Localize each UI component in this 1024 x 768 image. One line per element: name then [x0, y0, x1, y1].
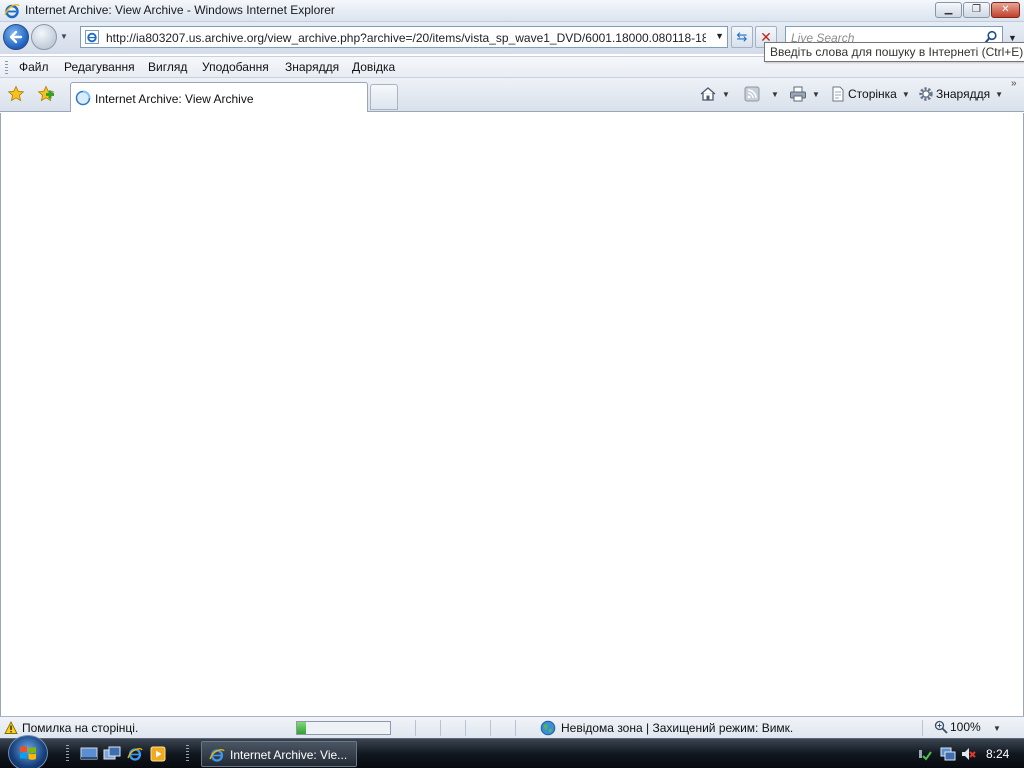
tab-label: Internet Archive: View Archive — [95, 92, 254, 106]
tab-active[interactable]: Internet Archive: View Archive — [70, 82, 368, 112]
warning-icon[interactable] — [4, 721, 18, 735]
refresh-button[interactable]: ⇆ — [731, 26, 753, 48]
add-favorite-icon[interactable] — [37, 85, 55, 103]
status-divider — [490, 720, 491, 736]
gear-icon — [919, 87, 933, 101]
window-title: Internet Archive: View Archive - Windows… — [25, 3, 335, 17]
chevron-more-icon[interactable]: » — [1011, 78, 1017, 89]
tools-dropdown-icon: ▼ — [995, 89, 1004, 99]
search-tooltip: Введіть слова для пошуку в Інтернеті (Ct… — [764, 42, 1024, 62]
restore-icon: ❐ — [972, 4, 981, 15]
start-button[interactable] — [8, 735, 48, 768]
new-tab-button[interactable] — [370, 84, 398, 110]
home-button[interactable]: ▼ — [699, 84, 730, 104]
status-divider — [415, 720, 416, 736]
page-menu-button[interactable]: Сторінка ▼ — [830, 84, 910, 104]
menu-grip — [5, 61, 8, 75]
printer-icon — [790, 86, 806, 102]
restore-button[interactable]: ❐ — [963, 2, 990, 18]
ie-logo-icon — [4, 4, 20, 19]
zoom-level: 100% — [950, 720, 981, 734]
status-divider — [515, 720, 516, 736]
page-menu-label: Сторінка — [848, 87, 897, 101]
status-divider — [440, 720, 441, 736]
zoom-dropdown-icon[interactable]: ▼ — [993, 724, 1001, 733]
url-text[interactable]: http://ia803207.us.archive.org/view_arch… — [106, 31, 706, 45]
zoom-control[interactable]: 100% — [934, 720, 981, 734]
page-ie-icon — [85, 30, 99, 44]
taskbar: Internet Archive: Vie... 8:24 — [0, 735, 1024, 768]
loading-globe-icon — [75, 90, 91, 106]
show-desktop-icon[interactable] — [80, 746, 98, 762]
close-icon: ✕ — [1001, 4, 1010, 15]
favorites-center-icon[interactable] — [7, 85, 25, 103]
network-icon[interactable] — [940, 746, 956, 762]
taskbar-grip — [66, 745, 69, 763]
safely-remove-hardware-icon[interactable] — [916, 746, 932, 762]
forward-button[interactable] — [31, 24, 57, 50]
media-player-icon[interactable] — [149, 746, 167, 762]
system-clock[interactable]: 8:24 — [986, 747, 1009, 761]
rss-feed-icon — [744, 86, 760, 102]
ie-taskbar-icon — [209, 749, 225, 762]
tab-row: Internet Archive: View Archive ▼ ▼ ▼ Сто… — [0, 78, 1024, 112]
security-zone-text[interactable]: Невідома зона | Захищений режим: Вимк. — [561, 721, 793, 735]
back-button[interactable] — [3, 24, 29, 50]
minimize-icon: ▁ — [944, 4, 953, 15]
title-bar: Internet Archive: View Archive - Windows… — [0, 0, 1024, 22]
switch-windows-icon[interactable] — [103, 746, 121, 762]
menu-view[interactable]: Вигляд — [148, 60, 187, 74]
globe-zone-icon — [540, 720, 556, 736]
windows-logo-icon — [20, 746, 36, 760]
zoom-magnifier-icon — [934, 720, 948, 734]
recent-pages-dropdown[interactable]: ▼ — [60, 32, 70, 42]
menu-file[interactable]: Файл — [19, 60, 49, 74]
tools-menu-button[interactable]: Знаряддя ▼ — [918, 84, 1003, 104]
menu-tools[interactable]: Знаряддя — [285, 60, 339, 74]
taskbar-ie-window-button[interactable]: Internet Archive: Vie... — [201, 741, 357, 767]
page-icon — [832, 86, 844, 102]
ie-quicklaunch-icon[interactable] — [126, 746, 144, 762]
window-controls: ▁ ❐ ✕ — [935, 2, 1020, 18]
taskbar-task-label: Internet Archive: Vie... — [230, 748, 348, 762]
refresh-icon: ⇆ — [736, 29, 748, 44]
home-dropdown-icon[interactable]: ▼ — [722, 90, 730, 99]
feeds-dropdown-icon[interactable]: ▼ — [771, 90, 779, 99]
tools-menu-label: Знаряддя — [936, 87, 991, 101]
menu-edit[interactable]: Редагування — [64, 60, 135, 74]
print-button[interactable]: ▼ — [789, 84, 820, 104]
minimize-button[interactable]: ▁ — [935, 2, 962, 18]
progress-fill — [297, 722, 307, 734]
page-dropdown-icon: ▼ — [901, 89, 910, 99]
progress-bar — [296, 721, 391, 735]
status-bar: Помилка на сторінці. Невідома зона | Зах… — [0, 716, 1024, 738]
back-arrow-icon — [9, 30, 23, 44]
menu-help[interactable]: Довідка — [352, 60, 395, 74]
page-content[interactable] — [0, 113, 1024, 716]
print-dropdown-icon[interactable]: ▼ — [812, 90, 820, 99]
feeds-button[interactable]: ▼ — [744, 84, 779, 104]
home-icon — [700, 87, 716, 101]
address-bar[interactable]: http://ia803207.us.archive.org/view_arch… — [80, 26, 728, 48]
status-divider — [922, 720, 923, 736]
status-error-text[interactable]: Помилка на сторінці. — [22, 721, 138, 735]
taskbar-grip — [186, 745, 189, 763]
menu-favorites[interactable]: Уподобання — [202, 60, 269, 74]
address-dropdown-icon[interactable]: ▼ — [715, 31, 724, 41]
status-divider — [465, 720, 466, 736]
volume-muted-icon[interactable] — [960, 746, 976, 762]
close-button[interactable]: ✕ — [991, 2, 1020, 18]
